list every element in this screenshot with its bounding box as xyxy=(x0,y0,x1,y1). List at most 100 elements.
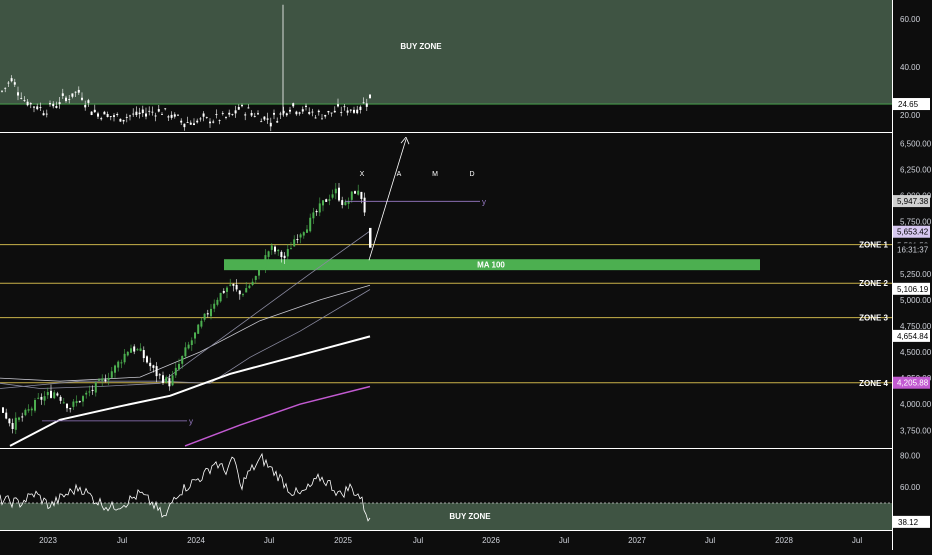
top-candle-body xyxy=(285,113,288,116)
top-candle-body xyxy=(186,122,189,123)
top-candle-body xyxy=(151,111,154,113)
price-candle-body xyxy=(248,285,251,288)
zone-label: ZONE 4 xyxy=(859,379,888,388)
top-candle-body xyxy=(20,98,23,99)
price-candle-body xyxy=(34,399,36,411)
top-candle-body xyxy=(177,114,179,116)
price-candle-body xyxy=(37,397,40,399)
top-candle-body xyxy=(250,112,253,116)
price-candle-body xyxy=(232,283,235,286)
top-candle-body xyxy=(81,97,83,100)
price-candle-body xyxy=(238,290,241,295)
top-candle-body xyxy=(29,103,32,105)
price-candle-body xyxy=(30,408,33,411)
top-candle-body xyxy=(55,106,58,108)
top-candle-body xyxy=(106,114,109,118)
top-candle-body xyxy=(119,118,122,122)
price-candle-body xyxy=(306,229,308,233)
price-candle-body xyxy=(152,365,155,368)
top-current-tag-text: 24.65 xyxy=(898,100,919,109)
wave-label: X xyxy=(360,171,365,178)
top-candle-body xyxy=(183,123,186,128)
price-candle-body xyxy=(155,366,158,377)
tradingview-chart[interactable]: BUY ZONE ZONE 1 ZONE 2 ZONE 3 ZONE 4 MA 100 y… xyxy=(0,0,932,550)
top-candle-body xyxy=(273,112,275,115)
top-indicator-panel[interactable]: BUY ZONE xyxy=(0,0,892,132)
top-candle-body xyxy=(10,78,13,82)
top-candle-body xyxy=(100,118,103,120)
top-candle-body xyxy=(154,115,157,117)
top-candle-body xyxy=(103,111,106,115)
top-candle-body xyxy=(189,122,192,125)
price-candle-body xyxy=(91,389,94,391)
top-candle-body xyxy=(221,113,224,114)
price-candle-body xyxy=(133,346,136,352)
price-tag-text: 16:31:37 xyxy=(897,245,929,254)
top-candle-body xyxy=(305,105,307,107)
price-candle-body xyxy=(334,188,337,194)
top-candle-body xyxy=(266,118,269,120)
time-axis[interactable]: 2023 Jul 2024 Jul 2025 Jul 2026 Jul 2027 Jul 2028 J… xyxy=(39,536,862,545)
price-candle-body xyxy=(318,203,321,213)
time-axis-tick: 2026 xyxy=(482,536,500,545)
price-candle-body xyxy=(56,393,59,396)
main-price-panel[interactable]: ZONE 1 ZONE 2 ZONE 3 ZONE 4 MA 100 y y X A M D xyxy=(0,136,892,447)
chart-canvas[interactable]: BUY ZONE ZONE 1 ZONE 2 ZONE 3 ZONE 4 MA 100 y… xyxy=(0,0,932,550)
bottom-axis-tick: 80.00 xyxy=(900,451,921,460)
top-candle-body xyxy=(337,104,339,107)
price-candle-body xyxy=(280,251,283,258)
top-candle-body xyxy=(295,111,298,115)
top-candle-body xyxy=(241,105,243,107)
bottom-axis-tick: 60.00 xyxy=(900,483,921,492)
price-candle-body xyxy=(344,201,347,206)
price-candle-body xyxy=(72,401,75,407)
top-candle-body xyxy=(257,113,259,115)
top-candle-body xyxy=(135,111,138,116)
price-axis-tick: 5,250.00 xyxy=(900,270,932,279)
top-candle-body xyxy=(193,123,195,126)
time-axis-tick: Jul xyxy=(117,536,127,545)
price-candle-body xyxy=(267,251,270,257)
price-candle-body xyxy=(315,211,318,213)
top-candle-body xyxy=(202,113,205,117)
price-candle-body xyxy=(82,396,84,402)
bottom-indicator-panel[interactable]: BUY ZONE xyxy=(0,452,892,530)
top-candle-body xyxy=(145,113,147,117)
price-candle-body xyxy=(69,408,72,410)
price-candle-body xyxy=(78,401,81,403)
price-candle-body xyxy=(226,287,228,292)
top-candle-body xyxy=(324,114,327,117)
price-candle-body xyxy=(357,190,360,195)
price-candle-body xyxy=(136,349,139,351)
top-candle-body xyxy=(52,103,55,107)
price-candle-body xyxy=(264,255,267,268)
price-axis-tick: 4,000.00 xyxy=(900,400,932,409)
time-axis-tick: 2028 xyxy=(775,536,793,545)
price-candle-body xyxy=(190,340,193,346)
price-axis-tick: 3,750.00 xyxy=(900,426,932,435)
top-candle-body xyxy=(346,110,349,113)
price-candle-body xyxy=(270,245,273,250)
price-tag-text: 5,106.19 xyxy=(897,285,929,294)
price-candle-body xyxy=(59,396,62,401)
price-axis-tick: 6,500.00 xyxy=(900,139,932,148)
top-candle-body xyxy=(215,114,218,116)
top-candle-body xyxy=(109,116,112,117)
price-candle-body xyxy=(123,353,126,363)
zone-label: ZONE 1 xyxy=(859,241,888,250)
time-axis-tick: Jul xyxy=(413,536,423,545)
price-candle-body xyxy=(66,403,68,409)
top-candle-body xyxy=(234,110,237,114)
top-candle-body xyxy=(311,111,314,113)
price-candle-body xyxy=(187,344,190,349)
top-candle-body xyxy=(138,112,141,115)
price-axis-tick: 5,750.00 xyxy=(900,218,932,227)
price-candle-body xyxy=(50,390,52,398)
top-candle-body xyxy=(17,92,19,96)
price-candle-body xyxy=(360,191,363,199)
price-candle-body xyxy=(197,324,200,334)
zone-label: ZONE 3 xyxy=(859,314,888,323)
price-candle-body xyxy=(328,199,331,201)
price-candle-body xyxy=(210,308,212,317)
price-candle-body xyxy=(168,378,171,387)
